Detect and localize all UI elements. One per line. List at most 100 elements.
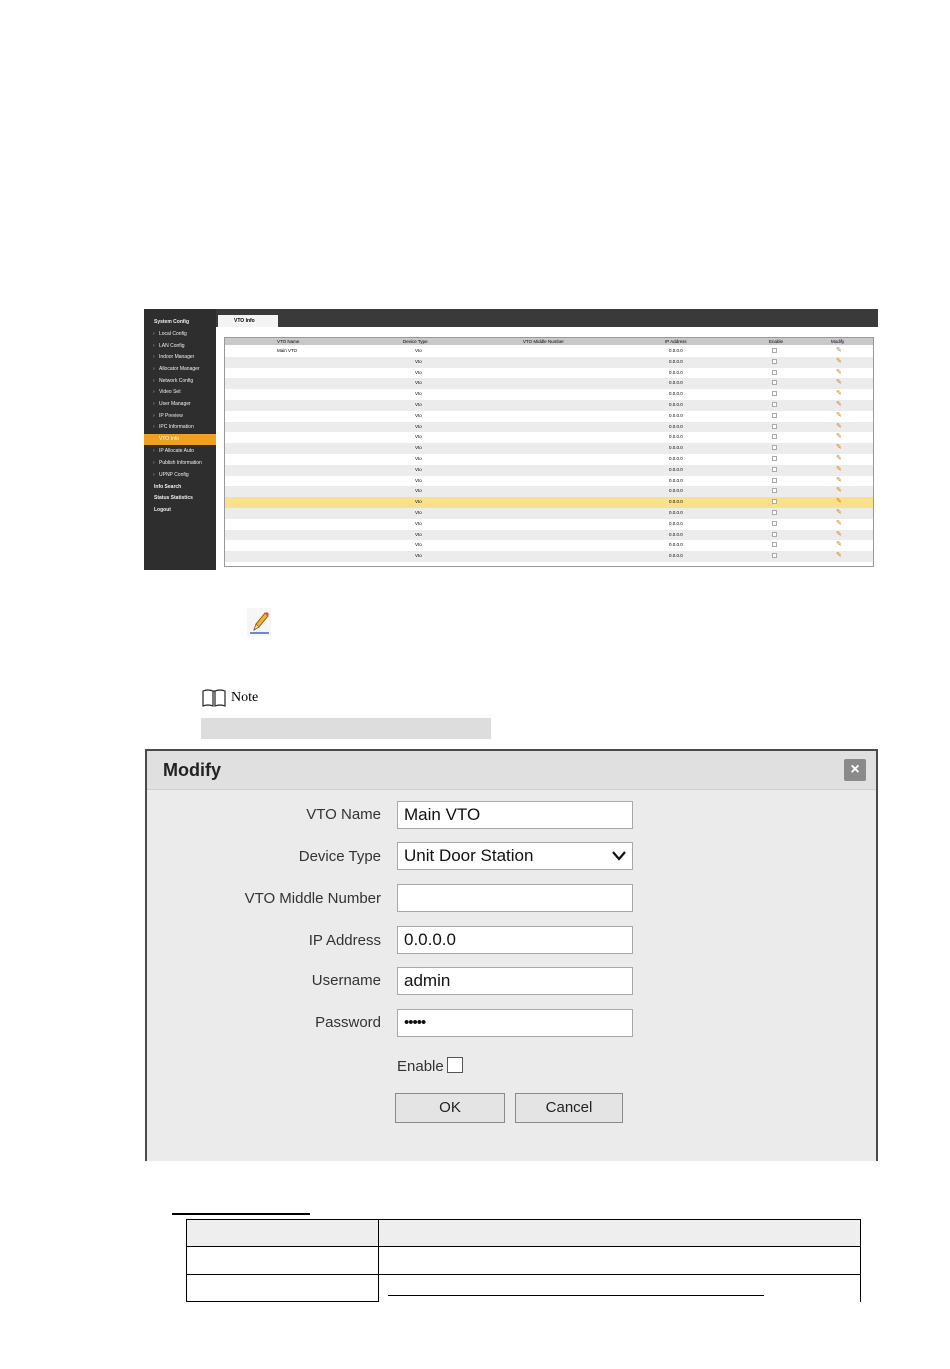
enable-checkbox[interactable] [772, 510, 777, 515]
sidebar-item[interactable]: › Publish Information [144, 458, 225, 469]
sidebar-item[interactable]: Logout [144, 505, 226, 516]
vto-name-label: VTO Name [306, 806, 381, 823]
table-row[interactable]: Main VTO Vto 0.0.0.0 ✎ [225, 346, 873, 357]
close-icon[interactable]: × [844, 759, 866, 781]
modify-pencil-icon[interactable]: ✎ [836, 411, 842, 421]
enable-checkbox[interactable] [772, 423, 777, 429]
enable-checkbox[interactable] [772, 477, 777, 483]
dialog-header: Modify × [147, 751, 876, 790]
table-row[interactable]: Vto 0.0.0.0 ✎ [225, 497, 873, 508]
device-type-select[interactable]: Unit Door Station [397, 842, 633, 870]
enable-checkbox[interactable] [772, 358, 777, 364]
table-row[interactable]: Vto 0.0.0.0 ✎ [225, 486, 873, 498]
sidebar-item[interactable]: › UPNP Config [144, 470, 225, 481]
table-row[interactable]: Vto 0.0.0.0 ✎ [225, 400, 873, 411]
modify-pencil-icon[interactable]: ✎ [836, 368, 842, 378]
table-row[interactable]: Vto 0.0.0.0 ✎ [225, 476, 873, 487]
enable-checkbox[interactable] [772, 520, 777, 526]
sidebar-item[interactable]: › LAN Config [144, 341, 225, 352]
modify-pencil-icon[interactable]: ✎ [836, 476, 842, 486]
sidebar-item[interactable]: › Video Set [144, 387, 225, 398]
modify-pencil-icon[interactable]: ✎ [836, 508, 842, 518]
enable-checkbox[interactable] [772, 531, 777, 537]
table-row[interactable]: Vto 0.0.0.0 ✎ [225, 519, 873, 530]
modify-pencil-icon[interactable]: ✎ [836, 389, 842, 399]
vto-middle-number-field[interactable] [397, 884, 633, 912]
ip-address-field[interactable]: 0.0.0.0 [397, 926, 633, 954]
modify-pencil-icon[interactable]: ✎ [836, 443, 842, 453]
enable-checkbox[interactable] [446, 1057, 463, 1073]
enable-checkbox[interactable] [772, 348, 777, 353]
username-field[interactable]: admin [397, 967, 633, 995]
note-label: Note [231, 690, 259, 705]
modify-pencil-icon[interactable]: ✎ [836, 454, 842, 464]
enable-checkbox[interactable] [772, 402, 777, 407]
cancel-button[interactable]: Cancel [515, 1093, 623, 1123]
table-row[interactable]: Vto 0.0.0.0 ✎ [225, 421, 873, 433]
table-row[interactable]: Vto 0.0.0.0 ✎ [225, 432, 873, 443]
table-row[interactable]: Vto 0.0.0.0 ✎ [225, 356, 873, 368]
table-header: VTO Name Device Type VTO Middle Number IP A… [225, 338, 873, 345]
sidebar-item[interactable]: › VTO Info [144, 434, 225, 445]
table-row[interactable]: Vto 0.0.0.0 ✎ [225, 368, 873, 379]
sidebar-item[interactable]: › IPC Information [144, 422, 225, 433]
enable-checkbox[interactable] [772, 488, 777, 494]
note-text-placeholder [201, 718, 491, 739]
tab-vto-info[interactable]: VTO Info [218, 315, 278, 327]
sidebar-item[interactable]: › User Manager [144, 399, 225, 410]
table-row[interactable]: Vto 0.0.0.0 ✎ [225, 454, 873, 465]
enable-checkbox[interactable] [772, 434, 777, 440]
enable-checkbox[interactable] [772, 553, 777, 559]
enable-checkbox[interactable] [772, 369, 777, 375]
sidebar-item[interactable]: › Indoor Manager [144, 352, 225, 363]
table-row[interactable]: Vto 0.0.0.0 ✎ [225, 464, 873, 476]
table-row[interactable]: Vto 0.0.0.0 ✎ [225, 411, 873, 422]
sidebar-item[interactable]: › Allocator Manager [144, 364, 225, 375]
modify-pencil-icon[interactable]: ✎ [836, 357, 842, 367]
ip-address-cell: 0.0.0.0 [669, 488, 683, 494]
ok-button[interactable]: OK [395, 1093, 505, 1123]
enable-checkbox[interactable] [772, 456, 777, 461]
sidebar-item[interactable]: › Local Config [144, 329, 225, 340]
table-rule [186, 1246, 861, 1247]
sidebar-item[interactable]: › IP Allocate Auto [144, 446, 225, 457]
table-row[interactable]: Vto 0.0.0.0 ✎ [225, 389, 873, 400]
modify-pencil-icon[interactable]: ✎ [836, 519, 842, 529]
column-header: VTO Name [277, 339, 300, 344]
modify-pencil-icon[interactable]: ✎ [836, 346, 842, 356]
table-row[interactable]: Vto 0.0.0.0 ✎ [225, 378, 873, 390]
sidebar-item[interactable]: System Config [144, 317, 226, 328]
device-type-cell: Vto [415, 542, 422, 548]
modify-pencil-icon[interactable]: ✎ [836, 400, 842, 410]
enable-checkbox[interactable] [772, 466, 777, 472]
enable-checkbox[interactable] [772, 391, 777, 397]
enable-checkbox[interactable] [772, 499, 777, 505]
modify-pencil-icon[interactable]: ✎ [836, 422, 842, 432]
ip-address-cell: 0.0.0.0 [669, 369, 683, 375]
modify-pencil-icon[interactable]: ✎ [836, 497, 842, 507]
modify-pencil-icon[interactable]: ✎ [836, 540, 842, 550]
enable-checkbox[interactable] [772, 412, 777, 418]
enable-checkbox[interactable] [772, 380, 777, 386]
ip-address-cell: 0.0.0.0 [669, 445, 683, 451]
modify-pencil-icon[interactable]: ✎ [836, 432, 842, 442]
table-row[interactable]: Vto 0.0.0.0 ✎ [225, 443, 873, 454]
sidebar-item[interactable]: Status Statistics [144, 493, 226, 504]
table-row[interactable]: Vto 0.0.0.0 ✎ [225, 551, 873, 562]
book-icon [202, 689, 226, 707]
password-field[interactable]: ••••• [397, 1009, 633, 1037]
enable-checkbox[interactable] [772, 445, 777, 451]
sidebar-item[interactable]: Info Search [144, 482, 226, 493]
table-row[interactable]: Vto 0.0.0.0 ✎ [225, 508, 873, 519]
modify-pencil-icon[interactable]: ✎ [836, 486, 842, 496]
modify-pencil-icon[interactable]: ✎ [836, 530, 842, 540]
modify-pencil-icon[interactable]: ✎ [836, 465, 842, 475]
sidebar-item[interactable]: › IP Preview [144, 411, 225, 422]
modify-pencil-icon[interactable]: ✎ [836, 378, 842, 388]
table-row[interactable]: Vto 0.0.0.0 ✎ [225, 540, 873, 551]
enable-checkbox[interactable] [772, 542, 777, 548]
table-row[interactable]: Vto 0.0.0.0 ✎ [225, 529, 873, 541]
modify-pencil-icon[interactable]: ✎ [836, 551, 842, 561]
vto-name-field[interactable]: Main VTO [397, 801, 633, 829]
sidebar-item[interactable]: › Network Config [144, 376, 225, 387]
